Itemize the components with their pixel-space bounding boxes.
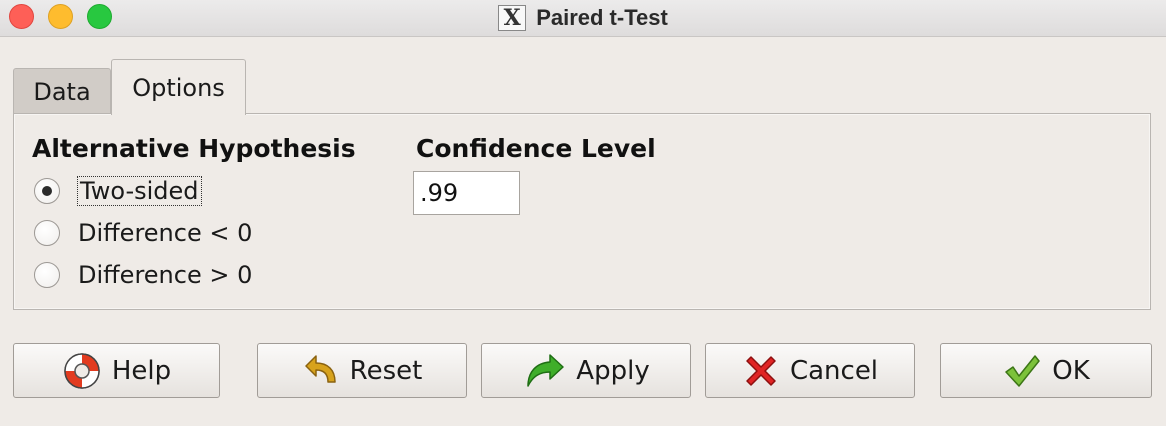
radio-difference-less[interactable]: Difference < 0: [34, 219, 252, 247]
red-x-icon: [746, 355, 776, 386]
reset-button-label: Reset: [349, 355, 423, 386]
radio-difference-less-label: Difference < 0: [78, 219, 253, 247]
tab-data[interactable]: Data: [13, 68, 111, 114]
radio-button-selected[interactable]: [34, 178, 60, 204]
title-bar: X Paired t-Test: [0, 0, 1166, 37]
radio-button[interactable]: [34, 262, 60, 288]
apply-button-label: Apply: [576, 355, 650, 386]
radio-two-sided[interactable]: Two-sided: [34, 176, 202, 206]
tab-data-label: Data: [33, 77, 91, 106]
ok-button-label: OK: [1052, 355, 1090, 386]
help-button-label: Help: [111, 355, 172, 386]
ok-button[interactable]: OK: [940, 343, 1152, 398]
confidence-level-heading: Confidence Level: [416, 134, 656, 163]
radio-dot-icon: [42, 186, 52, 196]
options-panel: Alternative Hypothesis Confidence Level …: [13, 113, 1151, 310]
forward-arrow-icon: [527, 353, 565, 387]
radio-difference-greater[interactable]: Difference > 0: [34, 261, 252, 289]
tab-options-label: Options: [132, 73, 225, 102]
radio-button[interactable]: [34, 220, 60, 246]
lifebuoy-icon: [64, 352, 100, 389]
cancel-button[interactable]: Cancel: [705, 343, 915, 398]
title-wrap: X Paired t-Test: [0, 0, 1166, 36]
apply-button[interactable]: Apply: [481, 343, 691, 398]
alternative-hypothesis-heading: Alternative Hypothesis: [32, 134, 356, 163]
x11-icon: X: [498, 5, 527, 31]
cancel-button-label: Cancel: [789, 355, 879, 386]
reset-button[interactable]: Reset: [257, 343, 467, 398]
help-button[interactable]: Help: [13, 343, 220, 398]
checkmark-icon: [1005, 354, 1040, 387]
window-title: Paired t-Test: [536, 5, 668, 30]
confidence-level-input[interactable]: [413, 171, 520, 215]
radio-two-sided-label: Two-sided: [77, 176, 202, 206]
undo-arrow-icon: [304, 354, 336, 383]
tab-options[interactable]: Options: [111, 59, 246, 115]
radio-difference-greater-label: Difference > 0: [78, 261, 253, 289]
